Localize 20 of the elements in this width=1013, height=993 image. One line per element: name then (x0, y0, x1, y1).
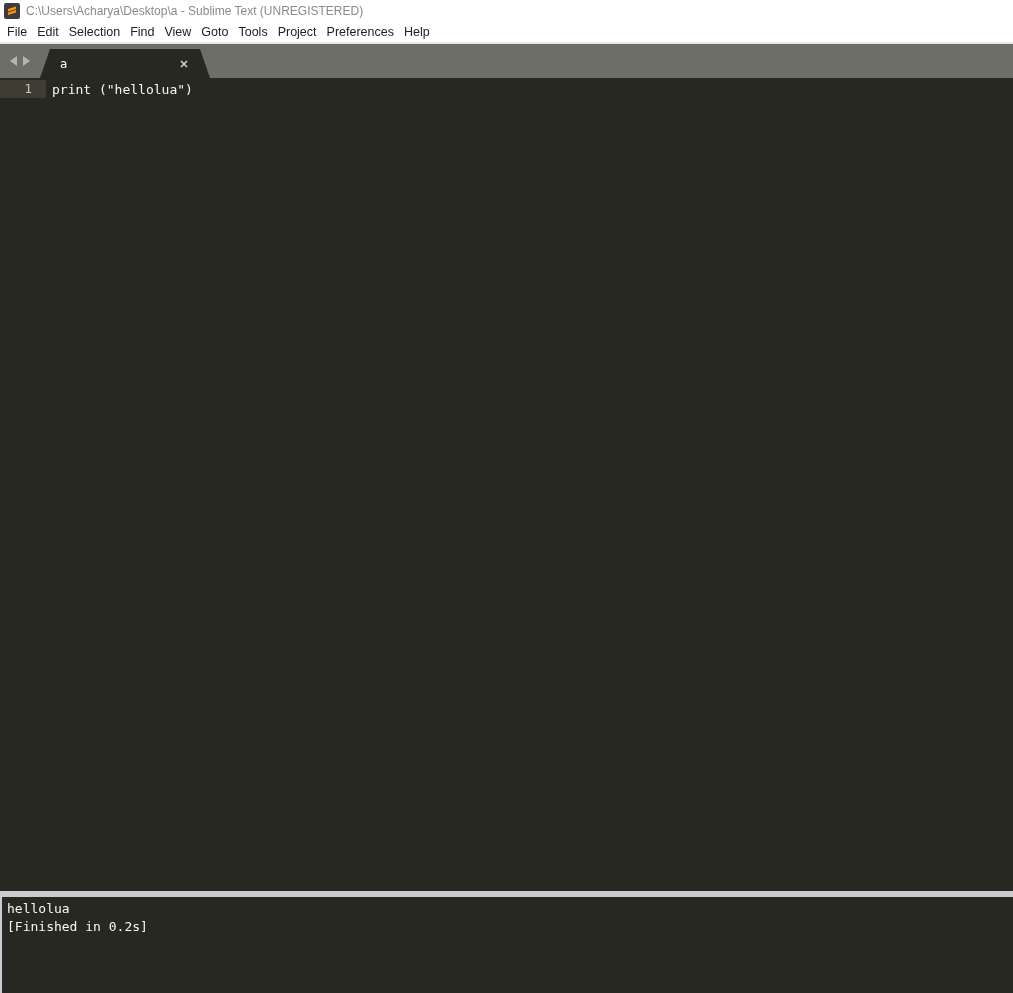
menu-item[interactable]: Goto (196, 25, 234, 39)
output-line: hellolua (7, 900, 71, 918)
menu-item[interactable]: Project (272, 25, 322, 39)
menu-item[interactable]: View (159, 25, 197, 39)
menu-item[interactable]: Tools (233, 25, 273, 39)
file-tab[interactable]: a (40, 49, 210, 78)
code-line: print ("hellolua") (51, 81, 193, 97)
menu-item[interactable]: Preferences (321, 25, 399, 39)
output-line: [Finished in 0.2s] (7, 918, 149, 936)
line-number: 1 (0, 80, 46, 98)
menu-item[interactable]: Selection (63, 25, 126, 39)
right-arrow-icon[interactable] (22, 56, 30, 66)
app-logo-icon (4, 3, 20, 19)
menu-item[interactable]: File (2, 25, 33, 39)
menu-item[interactable]: Help (398, 25, 435, 39)
window-title: C:\Users\Acharya\Desktop\a - Sublime Text (UNREGISTERED) (26, 4, 364, 18)
menu-item[interactable]: Find (125, 25, 160, 39)
left-arrow-icon[interactable] (10, 56, 18, 66)
close-icon[interactable] (180, 59, 188, 68)
menu-item[interactable]: Edit (32, 25, 64, 39)
